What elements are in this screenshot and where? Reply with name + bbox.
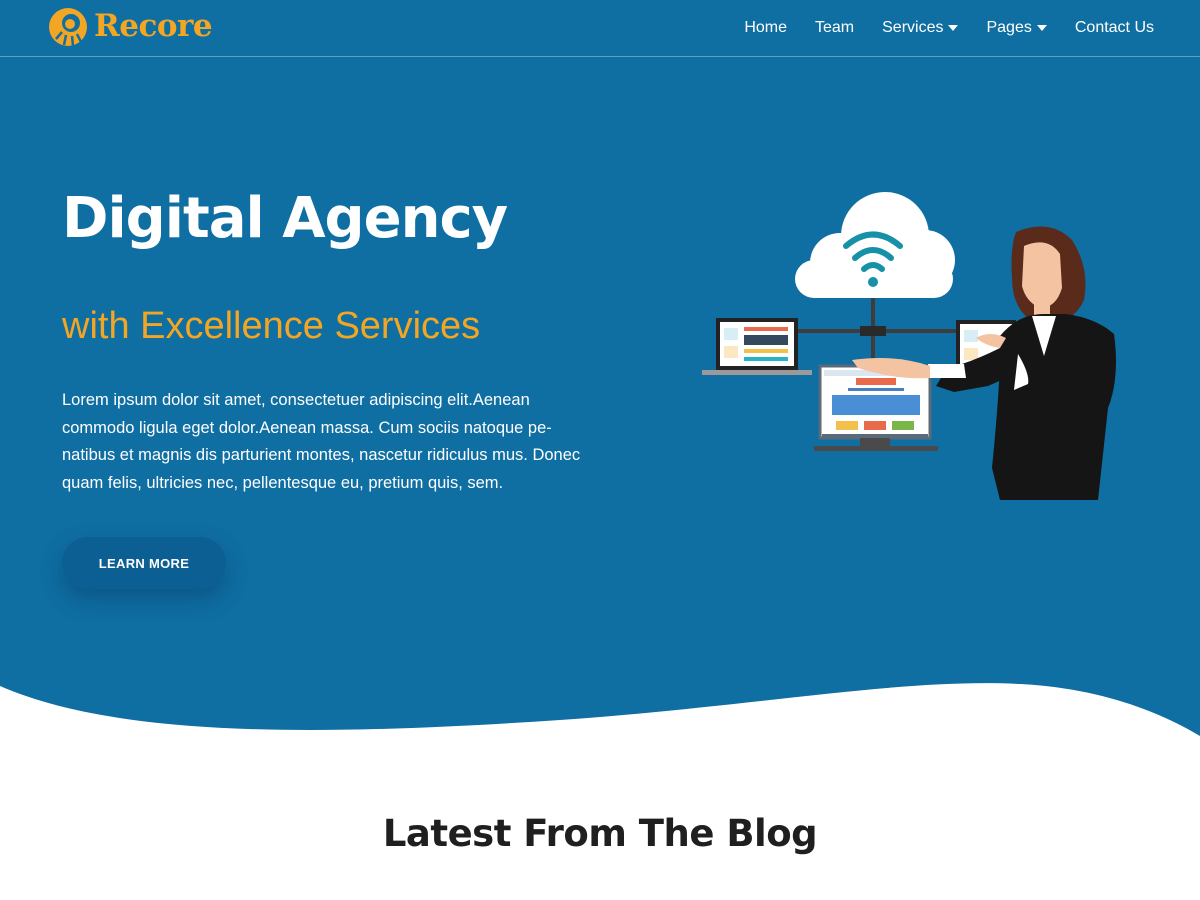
nav-item-home[interactable]: Home bbox=[744, 19, 787, 37]
caret-down-icon bbox=[1036, 25, 1047, 31]
laptop-icon bbox=[702, 318, 812, 375]
nav-item-label: Contact Us bbox=[1074, 19, 1154, 36]
nav-item-team[interactable]: Team bbox=[815, 19, 854, 37]
hero-subtitle: with Excellence Services bbox=[62, 305, 481, 347]
blog-section-title: Latest From The Blog bbox=[382, 812, 818, 855]
nav-item-label: Pages bbox=[986, 19, 1032, 36]
cloud-network-woman-illustration bbox=[702, 192, 1116, 500]
nav-item-services[interactable]: Services bbox=[882, 19, 959, 37]
nav-item-contact-us[interactable]: Contact Us bbox=[1075, 19, 1154, 37]
hero-description: Lorem ipsum dolor sit amet, consectetuer… bbox=[62, 391, 581, 492]
caret-down-icon bbox=[948, 25, 959, 31]
sun-logo-icon bbox=[49, 8, 87, 47]
logo[interactable]: Recore bbox=[46, 5, 216, 51]
main-nav: Home Team Services Pages Contact Us bbox=[744, 0, 1154, 56]
hero-title: Digital Agency bbox=[62, 186, 508, 251]
nav-item-pages[interactable]: Pages bbox=[986, 19, 1047, 37]
brand-name: Recore bbox=[94, 8, 213, 44]
learn-more-button[interactable]: LEARN MORE bbox=[62, 537, 226, 589]
nav-item-label: Team bbox=[815, 19, 855, 36]
nav-item-label: Home bbox=[744, 19, 787, 36]
site-header: Recore Home Team Services Pages Contact … bbox=[0, 0, 1200, 57]
monitor-icon bbox=[814, 364, 938, 451]
nav-item-label: Services bbox=[882, 19, 944, 36]
hero-section: Recore Home Team Services Pages Contact … bbox=[0, 0, 1200, 770]
hero-wave-divider bbox=[0, 683, 1200, 770]
